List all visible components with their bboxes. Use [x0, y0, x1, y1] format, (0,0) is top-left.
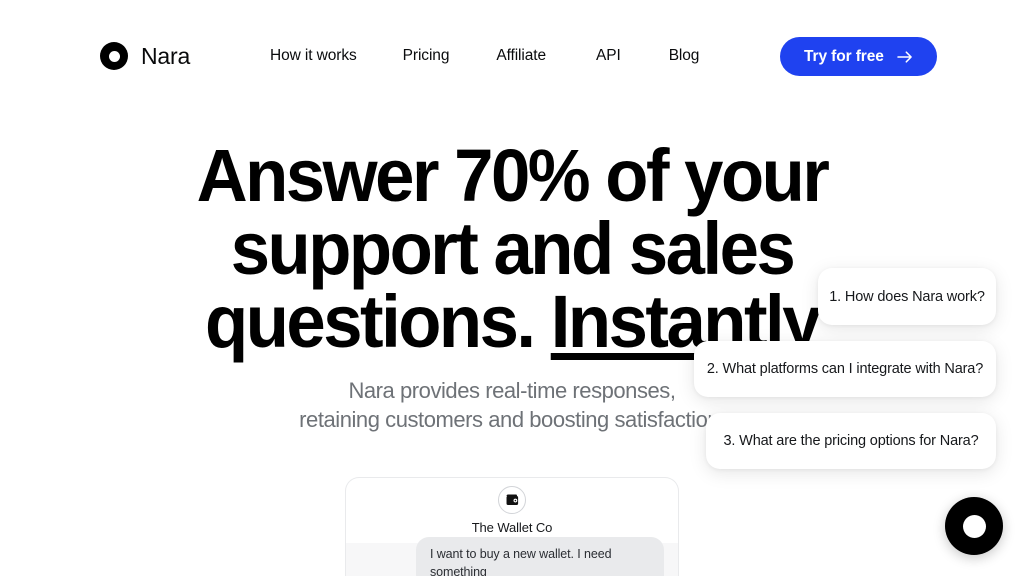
nav-links: How it works Pricing Affiliate API Blog [270, 47, 699, 65]
chat-widget-message-area: I want to buy a new wallet. I need somet… [345, 536, 679, 576]
question-card-2-text: 2. What platforms can I integrate with N… [706, 361, 984, 377]
landing-page: Nara How it works Pricing Affiliate API … [0, 0, 1024, 576]
try-for-free-button[interactable]: Try for free [780, 37, 937, 76]
hero-title-line-1: Answer 70% of your [196, 134, 830, 217]
question-card-2[interactable]: 2. What platforms can I integrate with N… [694, 341, 996, 397]
chat-message-bubble: I want to buy a new wallet. I need somet… [416, 536, 664, 576]
question-card-3[interactable]: 3. What are the pricing options for Nara… [706, 413, 996, 469]
nav-link-affiliate[interactable]: Affiliate [496, 47, 546, 65]
chat-widget-preview: The Wallet Co I want to buy a new wallet… [345, 477, 679, 576]
question-card-3-text: 3. What are the pricing options for Nara… [723, 433, 979, 449]
brand-logo[interactable]: Nara [100, 42, 190, 70]
question-card-1[interactable]: 1. How does Nara work? [818, 268, 996, 325]
cta-label: Try for free [804, 47, 884, 65]
nav-link-blog[interactable]: Blog [669, 47, 700, 65]
brand-name: Nara [141, 42, 191, 69]
chat-widget-header: The Wallet Co [345, 477, 679, 543]
ring-circle-logo-icon [100, 42, 128, 70]
question-card-1-text: 1. How does Nara work? [829, 288, 985, 305]
chat-launcher-button[interactable] [945, 497, 1003, 555]
hero-title-line-3-text: questions. [205, 279, 551, 363]
wallet-icon [498, 486, 526, 514]
nav-link-api[interactable]: API [596, 47, 621, 65]
chat-widget-brand-name: The Wallet Co [471, 520, 553, 535]
arrow-right-icon [897, 50, 913, 63]
page-title: Answer 70% of your support and sales que… [23, 134, 1001, 359]
top-navigation-bar: Nara How it works Pricing Affiliate API … [0, 0, 1024, 112]
nav-link-how-it-works[interactable]: How it works [270, 47, 357, 65]
nav-link-pricing[interactable]: Pricing [403, 47, 450, 65]
